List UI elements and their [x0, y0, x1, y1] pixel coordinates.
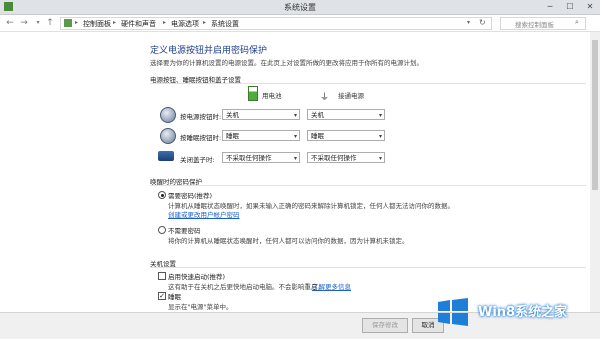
chevron-down-icon: ▾ — [293, 133, 297, 140]
breadcrumb-separator-icon: ▸ — [113, 19, 117, 26]
select-value: 关机 — [226, 111, 239, 119]
section-divider — [150, 185, 586, 186]
breadcrumb-separator-icon: ▸ — [163, 19, 167, 26]
maximize-button[interactable]: ☐ — [560, 0, 580, 13]
address-bar: ← → ▾ ↑ ▸ 控制面板 ▸ 硬件和声音 ▸ 电源选项 ▸ 系统设置 ▾ ↻… — [0, 15, 600, 32]
breadcrumb[interactable]: ▸ 控制面板 ▸ 硬件和声音 ▸ 电源选项 ▸ 系统设置 ▾ ↻ — [60, 17, 492, 30]
select-value: 关机 — [311, 111, 324, 119]
windows-logo-icon — [438, 298, 468, 326]
minimize-button[interactable]: ─ — [540, 0, 560, 13]
power-button-battery-select[interactable]: 关机 ▾ — [222, 109, 300, 120]
search-placeholder: 搜索控制面板 — [515, 21, 554, 29]
fast-startup-checkbox[interactable] — [158, 272, 166, 280]
window-title: 系统设置 — [284, 3, 316, 12]
sleep-button-battery-select[interactable]: 睡眠 ▾ — [222, 130, 300, 141]
chevron-down-icon: ▾ — [293, 155, 297, 162]
sleep-label[interactable]: 睡眠 — [168, 291, 181, 301]
fast-startup-label[interactable]: 启用快速启动(推荐) — [168, 271, 225, 281]
crumb-system-settings[interactable]: 系统设置 — [211, 19, 239, 29]
sleep-desc: 显示在"电源"菜单中。 — [168, 303, 233, 311]
sleep-button-icon — [160, 128, 176, 144]
close-lid-plugged-select[interactable]: 不采取任何操作 ▾ — [307, 152, 385, 163]
no-password-desc: 将你的计算机从睡眠状态唤醒时，任何人都可以访问你的数据，因为计算机未锁定。 — [168, 237, 409, 245]
windows-logo-svg — [438, 298, 468, 326]
chevron-down-icon: ▾ — [378, 155, 382, 162]
page-description: 选择要为你的计算机设置的电源设置。在此页上对设置所做的更改将应用于你所有的电源计… — [150, 59, 423, 67]
select-value: 睡眠 — [311, 132, 324, 140]
require-password-radio[interactable] — [158, 191, 166, 199]
battery-column-header: 用电池 — [262, 92, 282, 100]
learn-more-link[interactable]: 了解更多信息 — [312, 281, 351, 291]
crumb-control-panel[interactable]: 控制面板 — [83, 19, 111, 29]
crumb-hardware-sound[interactable]: 硬件和声音 — [121, 19, 156, 29]
create-password-link[interactable]: 创建或更改用户帐户密码 — [168, 209, 240, 219]
up-arrow-icon[interactable]: ↑ — [44, 17, 56, 29]
search-input[interactable]: 搜索控制面板 ⌕ — [500, 17, 586, 30]
control-panel-icon — [64, 19, 72, 27]
chevron-down-icon: ▾ — [293, 112, 297, 119]
chevron-down-icon: ▾ — [378, 112, 382, 119]
save-changes-button[interactable]: 保存修改 — [362, 318, 408, 333]
no-password-radio[interactable] — [158, 226, 166, 234]
select-value: 睡眠 — [226, 132, 239, 140]
address-dropdown-icon[interactable]: ▾ — [467, 19, 470, 26]
refresh-icon[interactable]: ↻ — [479, 18, 486, 27]
select-value: 不采取任何操作 — [311, 154, 357, 162]
sleep-checkbox[interactable]: ✓ — [158, 292, 166, 300]
chevron-down-icon: ▾ — [378, 133, 382, 140]
page-title: 定义电源按钮并启用密码保护 — [150, 46, 268, 56]
power-button-icon — [160, 107, 176, 123]
close-lid-battery-select[interactable]: 不采取任何操作 ▾ — [222, 152, 300, 163]
close-button[interactable]: ✕ — [580, 0, 600, 13]
crumb-power-options[interactable]: 电源选项 — [171, 19, 199, 29]
forward-arrow-icon[interactable]: → — [18, 17, 30, 29]
breadcrumb-separator-icon: ▸ — [203, 19, 207, 26]
power-button-label: 按电源按钮时: — [180, 113, 222, 121]
require-password-label[interactable]: 需要密码(推荐) — [168, 190, 212, 200]
fast-startup-desc: 这有助于在关机之后更快地启动电脑。不会影响重启。 — [168, 283, 324, 291]
section-divider — [150, 267, 586, 268]
select-value: 不采取任何操作 — [226, 154, 272, 162]
recent-dropdown-icon[interactable]: ▾ — [32, 17, 44, 29]
title-bar: 系统设置 ─ ☐ ✕ — [0, 0, 600, 15]
power-button-plugged-select[interactable]: 关机 ▾ — [307, 109, 385, 120]
watermark-text: Win8系统之家 — [478, 305, 568, 320]
plugged-column-header: 接通电源 — [338, 92, 364, 100]
close-lid-label: 关闭盖子时: — [180, 156, 215, 164]
search-icon[interactable]: ⌕ — [575, 18, 579, 27]
scrollbar-thumb[interactable] — [592, 40, 598, 190]
laptop-lid-icon — [158, 151, 174, 161]
battery-icon — [248, 86, 258, 101]
sleep-button-label: 按睡眠按钮时: — [180, 134, 222, 142]
breadcrumb-separator-icon: ▸ — [75, 19, 79, 26]
plug-icon: ⏚ — [320, 93, 330, 103]
no-password-label[interactable]: 不需要密码 — [168, 225, 201, 235]
sleep-button-plugged-select[interactable]: 睡眠 ▾ — [307, 130, 385, 141]
back-arrow-icon[interactable]: ← — [4, 17, 16, 29]
section-divider — [150, 83, 586, 84]
